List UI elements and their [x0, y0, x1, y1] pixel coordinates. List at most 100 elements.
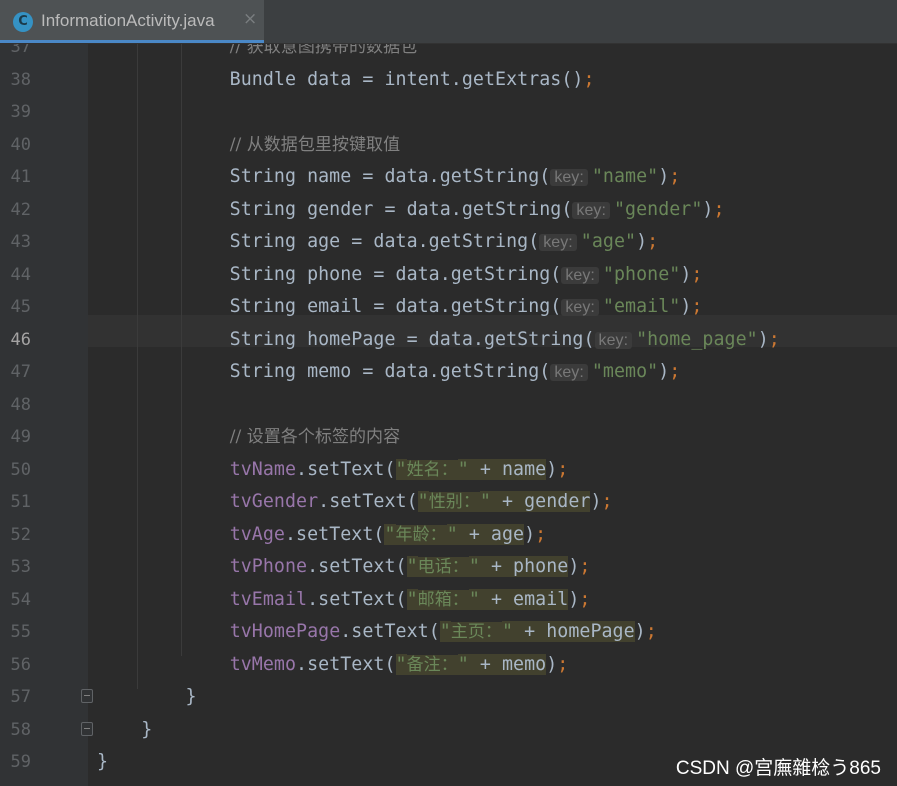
code-text: tvEmail.setText("邮箱：" + email); — [97, 588, 590, 612]
code-line[interactable]: 54 tvEmail.setText("邮箱：" + email); — [0, 584, 897, 616]
code-token: ; — [691, 263, 703, 285]
code-token: tvAge — [229, 523, 285, 545]
line-number: 43 — [10, 232, 31, 252]
code-token: .setText( — [318, 491, 418, 512]
code-token: .setText( — [296, 653, 396, 675]
code-line[interactable]: 43 String age = data.getString(key: "age"… — [0, 226, 897, 258]
code-token: 性别： — [428, 492, 480, 512]
code-line[interactable]: 55 tvHomePage.setText("主页：" + homePage); — [0, 616, 897, 648]
code-token: ) — [524, 523, 536, 545]
fold-marker-icon[interactable] — [81, 689, 93, 703]
close-tab-icon[interactable]: × — [243, 9, 257, 29]
code-text: String name = data.getString(key: "name")… — [97, 165, 681, 190]
code-token: tvPhone — [229, 556, 308, 577]
code-token: // 设置各个标签的内容 — [229, 427, 401, 447]
code-line[interactable]: 56 tvMemo.setText("备注：" + memo); — [0, 649, 897, 681]
code-token: " — [395, 458, 407, 480]
code-token: " — [395, 653, 407, 675]
code-token: " — [479, 491, 491, 512]
code-line[interactable]: 50 tvName.setText("姓名：" + name); — [0, 454, 897, 486]
line-number: 53 — [10, 557, 31, 577]
watermark: CSDN @宫廡雜棯う865 — [675, 758, 881, 779]
code-line[interactable]: 49 // 设置各个标签的内容 — [0, 421, 897, 453]
code-text: Bundle data = intent.getExtras(); — [97, 68, 595, 92]
code-line[interactable]: 41 String name = data.getString(key: "nam… — [0, 161, 897, 193]
code-line[interactable]: 57 } — [0, 681, 897, 713]
code-token: tvGender — [229, 491, 319, 512]
code-token: ) — [546, 653, 558, 675]
code-text: tvHomePage.setText("主页：" + homePage); — [97, 620, 657, 644]
fold-marker-icon[interactable] — [81, 721, 93, 736]
code-line[interactable]: 48 — [0, 389, 897, 421]
code-line[interactable]: 45 String email = data.getString(key: "em… — [0, 291, 897, 323]
line-number: 50 — [10, 459, 31, 480]
code-token: 年龄： — [395, 524, 447, 545]
code-token: " — [406, 556, 418, 577]
code-text: String gender = data.getString(key: "gend… — [97, 198, 725, 223]
code-line[interactable]: 46 String homePage = data.getString(key:… — [0, 324, 897, 356]
code-token: ; — [713, 198, 725, 220]
code-text: // 从数据包里按键取值 — [97, 133, 400, 157]
code-token: String email = data.getString( — [97, 296, 562, 317]
code-token: 备注： — [406, 654, 458, 675]
code-token: 姓名： — [406, 459, 458, 480]
code-line[interactable]: 51 tvGender.setText("性别：" + gender); — [0, 486, 897, 518]
code-token: tvMemo — [229, 653, 297, 675]
code-text: // 获取意图携带的数据包 — [97, 44, 417, 59]
code-token: ) — [634, 621, 646, 642]
code-token: ) — [658, 361, 670, 382]
code-line[interactable]: 44 String phone = data.getString(key: "ph… — [0, 259, 897, 291]
code-line[interactable]: 47 String memo = data.getString(key: "mem… — [0, 356, 897, 388]
code-token: + email — [479, 588, 569, 610]
code-text: // 设置各个标签的内容 — [97, 425, 400, 449]
line-number: 48 — [10, 394, 31, 415]
code-text: tvPhone.setText("电话：" + phone); — [97, 555, 590, 579]
line-number: 38 — [10, 69, 31, 90]
code-line[interactable]: 40 // 从数据包里按键取值 — [0, 129, 897, 161]
code-token: " — [417, 491, 429, 512]
code-token: ) — [568, 588, 580, 610]
code-token: "gender" — [613, 198, 703, 220]
code-line[interactable]: 37 // 获取意图携带的数据包 — [0, 44, 897, 63]
code-token: + phone — [479, 556, 569, 577]
code-line[interactable]: 42 String gender = data.getString(key: "g… — [0, 194, 897, 226]
tab-information-activity[interactable]: C InformationActivity.java × — [0, 0, 264, 43]
line-number: 56 — [10, 654, 31, 675]
code-line[interactable]: 39 — [0, 96, 897, 128]
parameter-hint: key: — [561, 266, 599, 284]
code-token: ; — [647, 231, 659, 252]
code-text: String email = data.getString(key: "email… — [97, 295, 703, 320]
code-token: .setText( — [340, 621, 440, 642]
code-token: ) — [590, 491, 602, 512]
code-editor[interactable]: 37 // 获取意图携带的数据包 38 Bundle data = intent.… — [0, 44, 897, 786]
code-token: tvName — [229, 458, 297, 480]
code-token: ; — [645, 621, 657, 642]
code-token: ; — [535, 523, 547, 545]
code-token: ; — [669, 361, 681, 382]
code-token: ; — [579, 588, 591, 610]
code-token: } — [97, 751, 109, 772]
code-line[interactable]: 38 Bundle data = intent.getExtras(); — [0, 64, 897, 96]
code-token: String gender = data.getString( — [97, 198, 573, 220]
code-line[interactable]: 53 tvPhone.setText("电话：" + phone); — [0, 551, 897, 583]
code-token: ; — [768, 328, 780, 350]
line-number: 45 — [10, 297, 31, 317]
code-line[interactable]: 52 tvAge.setText("年龄：" + age); — [0, 519, 897, 551]
code-token: ; — [583, 68, 595, 90]
editor-tab-bar: C InformationActivity.java × — [0, 0, 897, 44]
line-number: 51 — [10, 492, 31, 512]
line-number: 39 — [10, 102, 31, 122]
code-token: "email" — [602, 296, 681, 317]
line-number: 49 — [10, 427, 31, 447]
code-token: } — [97, 718, 153, 740]
code-token: 电话： — [417, 557, 469, 577]
code-token: ; — [579, 556, 591, 577]
parameter-hint: key: — [539, 234, 577, 251]
code-token: // 从数据包里按键取值 — [229, 134, 401, 155]
code-line[interactable]: 58 } — [0, 714, 897, 746]
tab-filename: InformationActivity.java — [41, 11, 215, 30]
parameter-hint: key: — [550, 364, 588, 381]
